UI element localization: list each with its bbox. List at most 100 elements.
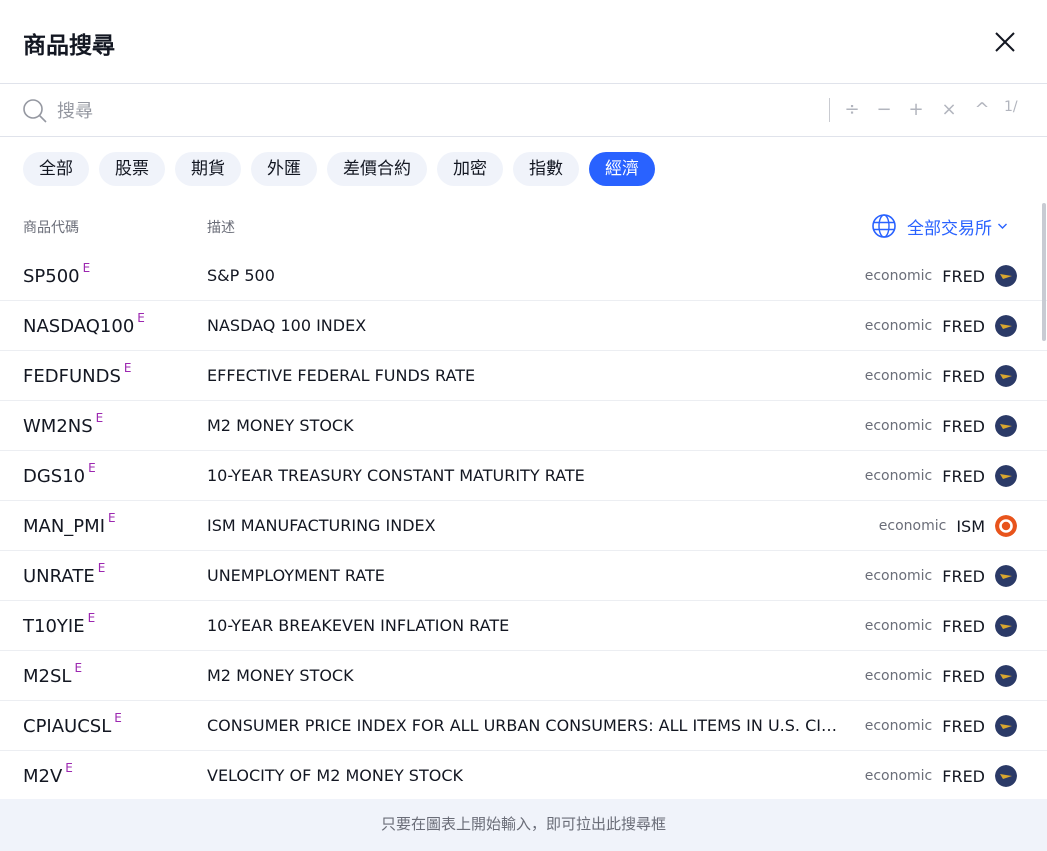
minus-operator-button[interactable]: −	[874, 97, 894, 123]
type-label: economic	[878, 518, 947, 534]
globe-icon	[871, 213, 897, 239]
economic-badge: E	[97, 561, 106, 575]
exchange-filter-dropdown[interactable]: 全部交易所	[871, 213, 1008, 239]
exchange-label: FRED	[942, 316, 985, 336]
table-row[interactable]: MAN_PMI E ISM MANUFACTURING INDEX economic I…	[0, 501, 1047, 551]
symbol-cell: UNRATE E	[23, 561, 106, 587]
description-cell: NASDAQ 100 INDEX	[207, 316, 367, 335]
exchange-filter-label: 全部交易所	[907, 218, 992, 239]
fred-logo-icon	[995, 415, 1017, 437]
economic-badge: E	[88, 461, 96, 475]
type-label: economic	[864, 668, 933, 684]
symbol-cell: M2SL E	[23, 661, 83, 687]
fred-logo-icon	[995, 765, 1017, 787]
source-cell: economic FRED	[865, 414, 1017, 438]
fred-logo-icon	[995, 565, 1017, 587]
source-cell: economic ISM	[879, 514, 1017, 538]
ism-logo-icon	[995, 515, 1017, 537]
symbol-name: NASDAQ100	[23, 316, 135, 337]
tab-futures[interactable]: 期貨	[175, 152, 241, 186]
economic-badge: E	[123, 361, 132, 375]
type-label: economic	[864, 468, 933, 484]
economic-badge: E	[65, 761, 73, 775]
type-label: economic	[864, 268, 933, 284]
symbol-cell: T10YIE E	[23, 611, 95, 637]
tab-crypto[interactable]: 加密	[437, 152, 503, 186]
economic-badge: E	[108, 511, 116, 525]
economic-badge: E	[82, 261, 91, 275]
fred-logo-icon	[995, 365, 1017, 387]
chevron-down-icon	[997, 220, 1008, 233]
search-input[interactable]	[57, 97, 797, 125]
symbol-name: MAN_PMI	[23, 516, 106, 537]
table-row[interactable]: NASDAQ100 E NASDAQ 100 INDEX economic FRED	[0, 301, 1047, 351]
symbol-cell: FEDFUNDS E	[23, 361, 132, 387]
symbol-cell: NASDAQ100 E	[23, 311, 145, 337]
search-bar: ÷ − + × ^ 1/	[0, 85, 1047, 137]
source-cell: economic FRED	[865, 614, 1017, 638]
type-label: economic	[864, 368, 933, 384]
source-cell: economic FRED	[865, 714, 1017, 738]
symbol-name: SP500	[23, 266, 80, 287]
results-list: SP500 E S&P 500 economic FRED NASDAQ100 E NASDA…	[0, 251, 1047, 801]
reciprocal-operator-button[interactable]: 1/	[1004, 99, 1018, 115]
close-icon[interactable]	[990, 27, 1020, 57]
tab-stocks[interactable]: 股票	[99, 152, 165, 186]
description-cell: M2 MONEY STOCK	[207, 666, 354, 685]
economic-badge: E	[74, 661, 83, 675]
source-cell: economic FRED	[865, 364, 1017, 388]
fred-logo-icon	[995, 465, 1017, 487]
exchange-label: ISM	[956, 516, 985, 536]
description-cell: 10-YEAR BREAKEVEN INFLATION RATE	[207, 616, 510, 635]
type-label: economic	[864, 568, 933, 584]
table-row[interactable]: FEDFUNDS E EFFECTIVE FEDERAL FUNDS RATE eco…	[0, 351, 1047, 401]
symbol-name: UNRATE	[23, 566, 95, 587]
table-row[interactable]: SP500 E S&P 500 economic FRED	[0, 251, 1047, 301]
source-cell: economic FRED	[865, 314, 1017, 338]
plus-operator-button[interactable]: +	[906, 97, 926, 123]
symbol-cell: WM2NS E	[23, 411, 104, 437]
tab-forex[interactable]: 外匯	[251, 152, 317, 186]
multiply-operator-button[interactable]: ×	[939, 97, 959, 123]
description-cell: VELOCITY OF M2 MONEY STOCK	[207, 766, 463, 785]
table-row[interactable]: M2SL E M2 MONEY STOCK economic FRED	[0, 651, 1047, 701]
description-cell: UNEMPLOYMENT RATE	[207, 566, 385, 585]
dialog-title: 商品搜尋	[23, 33, 115, 59]
power-operator-button[interactable]: ^	[972, 97, 992, 123]
footer-hint: 只要在圖表上開始輸入，即可拉出此搜尋框	[0, 799, 1047, 851]
operator-divider	[829, 98, 830, 122]
exchange-label: FRED	[942, 766, 985, 786]
description-column-header: 描述	[207, 220, 235, 236]
symbol-cell: M2V E	[23, 761, 73, 787]
source-cell: economic FRED	[865, 564, 1017, 588]
type-label: economic	[864, 418, 933, 434]
table-row[interactable]: UNRATE E UNEMPLOYMENT RATE economic FRED	[0, 551, 1047, 601]
symbol-name: DGS10	[23, 466, 86, 487]
scrollbar[interactable]	[1042, 203, 1046, 341]
exchange-label: FRED	[942, 466, 985, 486]
symbol-cell: MAN_PMI E	[23, 511, 116, 537]
divide-operator-button[interactable]: ÷	[842, 97, 862, 123]
source-cell: economic FRED	[865, 664, 1017, 688]
table-row[interactable]: M2V E VELOCITY OF M2 MONEY STOCK economic FR…	[0, 751, 1047, 801]
search-icon	[22, 98, 48, 124]
table-row[interactable]: CPIAUCSL E CONSUMER PRICE INDEX FOR ALL UR…	[0, 701, 1047, 751]
description-cell: S&P 500	[207, 266, 275, 285]
exchange-label: FRED	[942, 666, 985, 686]
table-row[interactable]: T10YIE E 10-YEAR BREAKEVEN INFLATION RATE e…	[0, 601, 1047, 651]
dialog-header: 商品搜尋	[0, 0, 1047, 84]
symbol-name: M2SL	[23, 666, 72, 687]
economic-badge: E	[95, 411, 104, 425]
tab-indices[interactable]: 指數	[513, 152, 579, 186]
symbol-name: WM2NS	[23, 416, 93, 437]
table-row[interactable]: WM2NS E M2 MONEY STOCK economic FRED	[0, 401, 1047, 451]
fred-logo-icon	[995, 265, 1017, 287]
table-row[interactable]: DGS10 E 10-YEAR TREASURY CONSTANT MATURITY…	[0, 451, 1047, 501]
tab-economy[interactable]: 經濟	[589, 152, 655, 186]
type-label: economic	[864, 718, 933, 734]
description-cell: 10-YEAR TREASURY CONSTANT MATURITY RATE	[207, 466, 585, 485]
tab-all[interactable]: 全部	[23, 152, 89, 186]
exchange-label: FRED	[942, 566, 985, 586]
type-label: economic	[864, 618, 933, 634]
tab-cfd[interactable]: 差價合約	[327, 152, 427, 186]
